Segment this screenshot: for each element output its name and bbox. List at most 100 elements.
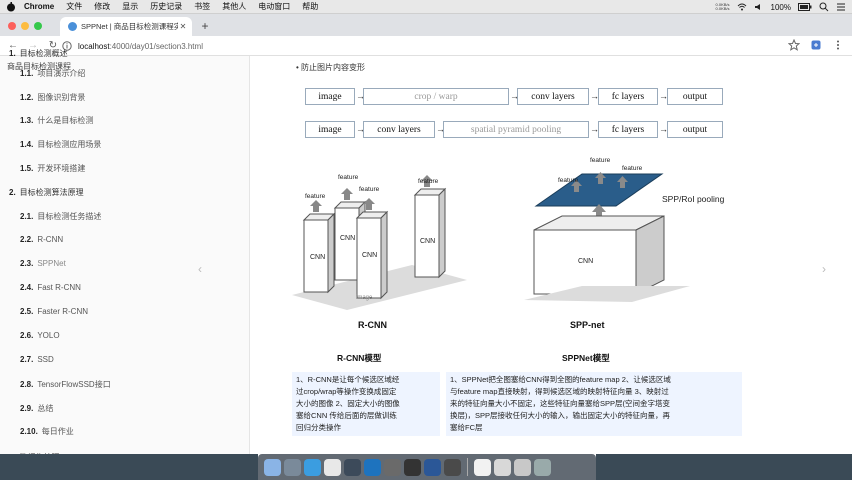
spp-desc-line-4: 换层)，SPP层接收任何大小的输入，输出固定大小的特征向量，再 (450, 411, 671, 420)
flow2-fc: fc layers (598, 121, 658, 138)
prev-page-arrow[interactable]: ‹ (198, 262, 202, 276)
sidebar-item-number: 2.10. (20, 427, 38, 436)
flow2-image: image (305, 121, 355, 138)
sidebar-item-number: 1.1. (20, 69, 34, 78)
sidebar-item-11[interactable]: 2.4. Fast R-CNN (20, 283, 81, 292)
sidebar-item-8[interactable]: 2.1. 目标检测任务描述 (20, 211, 101, 222)
finder-icon[interactable] (264, 458, 281, 476)
menu-file[interactable]: 文件 (66, 1, 82, 12)
macos-menu-bar: Chrome 文件 修改 显示 历史记录 书签 其他人 电动窗口 帮助 0.0K… (0, 0, 852, 14)
sidebar-item-1[interactable]: 1. 目标检测概述 (9, 48, 68, 59)
sidebar-item-label: R-CNN (37, 235, 64, 244)
sidebar-item-6[interactable]: 1.5. 开发环境搭建 (20, 163, 85, 174)
spp-feature-label-1: feature (558, 177, 579, 184)
sidebar-item-13[interactable]: 2.6. YOLO (20, 331, 60, 340)
menu-window[interactable]: 电动窗口 (258, 1, 290, 12)
rcnn-cnn-label-4: CNN (420, 238, 436, 245)
spp-desc-line-2: 与feature map直接映射，得到候选区域的映射特征向量 3、映射过 (450, 387, 669, 396)
volume-icon[interactable] (754, 3, 764, 11)
rcnn-feature-label-1: feature (305, 193, 326, 200)
sidebar-item-14[interactable]: 2.7. SSD (20, 355, 54, 364)
preview-icon[interactable] (494, 458, 511, 476)
launchpad-icon[interactable] (284, 458, 301, 476)
sidebar-item-number: 1.5. (20, 164, 34, 173)
net-down: 0.0KB/s (715, 6, 730, 11)
menu-people[interactable]: 其他人 (222, 1, 246, 12)
pycharm-icon[interactable] (364, 458, 381, 476)
rcnn-desc-line-1: 1、R-CNN是让每个候选区域经 (296, 375, 400, 384)
sidebar-item-label: 什么是目标检测 (37, 116, 94, 125)
menu-view[interactable]: 显示 (122, 1, 138, 12)
rcnn-cnn-label-1: CNN (310, 254, 326, 261)
minimize-window-button[interactable] (21, 22, 29, 30)
menu-history[interactable]: 历史记录 (150, 1, 182, 12)
wifi-icon[interactable] (737, 3, 747, 11)
menu-help[interactable]: 帮助 (302, 1, 318, 12)
apple-icon[interactable] (6, 1, 16, 12)
sidebar-item-5[interactable]: 1.4. 目标检测应用场景 (20, 139, 101, 150)
extension-icon[interactable] (810, 39, 822, 51)
rcnn-image-label: image (356, 295, 373, 301)
word-icon[interactable] (424, 458, 441, 476)
sidebar-item-label: 每日作业 (41, 427, 74, 436)
sidebar-item-label: 总结 (37, 404, 54, 413)
rcnn-feature-label-3: feature (359, 186, 380, 193)
terminal-icon[interactable] (344, 458, 361, 476)
next-page-arrow[interactable]: › (822, 262, 826, 276)
battery-icon[interactable] (798, 3, 812, 11)
tab-close-icon[interactable]: ✕ (178, 22, 188, 31)
more-menu-icon[interactable] (832, 39, 844, 51)
sidebar-item-label: 目标检测任务描述 (37, 212, 102, 221)
sidebar-item-17[interactable]: 2.10. 每日作业 (20, 426, 74, 437)
zoom-window-button[interactable] (34, 22, 42, 30)
flow1-output: output (667, 88, 723, 105)
system-preferences-icon[interactable] (384, 458, 401, 476)
sidebar-item-7[interactable]: 2. 目标检测算法原理 (9, 187, 84, 198)
menu-bookmarks[interactable]: 书签 (194, 1, 210, 12)
quicktime-icon[interactable] (444, 458, 461, 476)
document-icon[interactable] (514, 458, 531, 476)
rcnn-desc-line-5: 回归分类操作 (296, 423, 341, 432)
flow1-fc: fc layers (598, 88, 658, 105)
close-window-button[interactable] (8, 22, 16, 30)
desktop-background-left (0, 454, 258, 480)
rcnn-cnn-label-3: CNN (362, 252, 378, 259)
sidebar-item-number: 2.9. (20, 404, 34, 413)
url-path: :4000/day01/section3.html (109, 41, 203, 51)
menu-list-icon[interactable] (836, 3, 846, 11)
sidebar-item-16[interactable]: 2.9. 总结 (20, 403, 53, 414)
trash-icon[interactable] (534, 458, 551, 476)
sidebar-item-3[interactable]: 1.2. 图像识别背景 (20, 92, 85, 103)
sidebar-item-number: 2.3. (20, 259, 34, 268)
sidebar-item-2[interactable]: 1.1. 项目演示介绍 (20, 68, 85, 79)
rcnn-model-title: R-CNN模型 (337, 353, 382, 363)
menu-edit[interactable]: 修改 (94, 1, 110, 12)
activity-monitor-icon[interactable] (404, 458, 421, 476)
spp-feature-label-2: feature (590, 157, 611, 164)
sppnet-figure (524, 172, 690, 302)
tab-strip: SPPNet | 商品目标检测课程实... ✕ + (0, 14, 852, 36)
safari-icon[interactable] (304, 458, 321, 476)
new-tab-button[interactable]: + (198, 19, 212, 33)
spp-desc-line-3: 来的特征向量大小不固定，这些特征向量塞给SPP层(空间金字塔变 (450, 399, 671, 408)
sidebar-item-15[interactable]: 2.8. TensorFlowSSD接口 (20, 379, 111, 390)
chrome-icon[interactable] (324, 458, 341, 476)
menu-chrome[interactable]: Chrome (24, 2, 54, 11)
sppnet-model-title: SPPNet模型 (562, 353, 610, 363)
sidebar-item-9[interactable]: 2.2. R-CNN (20, 235, 63, 244)
search-icon[interactable] (819, 2, 829, 12)
sidebar-item-number: 2. (9, 188, 16, 197)
sidebar-item-number: 1.3. (20, 116, 34, 125)
flow2-spp: spatial pyramid pooling (443, 121, 589, 138)
address-bar[interactable]: localhost:4000/day01/section3.html (62, 39, 702, 53)
sidebar-item-12[interactable]: 2.5. Faster R-CNN (20, 307, 88, 316)
sidebar-item-4[interactable]: 1.3. 什么是目标检测 (20, 115, 93, 126)
rcnn-caption: R-CNN (358, 320, 387, 330)
tab-title: SPPNet | 商品目标检测课程实... (81, 22, 178, 31)
sidebar-item-10[interactable]: 2.3. SPPNet (20, 259, 66, 268)
bookmark-star-icon[interactable] (788, 39, 800, 51)
rcnn-desc-line-2: 过crop/wrap等操作变换成固定 (296, 387, 397, 396)
sidebar-item-label: 目标检测概述 (19, 49, 68, 58)
textedit-icon[interactable] (474, 458, 491, 476)
tab-active[interactable]: SPPNet | 商品目标检测课程实... ✕ (60, 17, 192, 36)
